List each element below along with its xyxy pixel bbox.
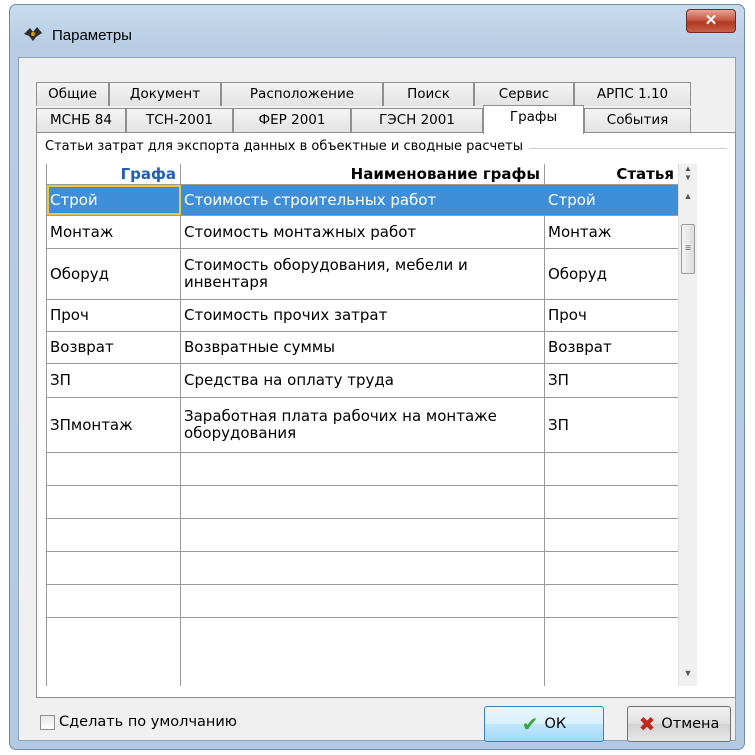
cell-empty[interactable] [181, 453, 545, 485]
columns-grid[interactable]: Графа Наименование графы Статья Строй Ст… [46, 164, 679, 686]
checkmark-icon: ✔ [521, 712, 539, 736]
tab-service[interactable]: Сервис [474, 82, 574, 106]
dialog-body: Общие Документ Расположение Поиск Сервис… [18, 57, 736, 742]
cell-column[interactable]: Проч [47, 300, 181, 331]
tab-tsn2001[interactable]: ТСН-2001 [126, 108, 233, 132]
tab-layout[interactable]: Расположение [221, 82, 383, 106]
cell-empty[interactable] [47, 453, 181, 485]
header-name[interactable]: Наименование графы [181, 164, 545, 184]
table-row[interactable]: Возврат Возвратные суммы Возврат [47, 332, 679, 364]
table-row[interactable]: Монтаж Стоимость монтажных работ Монтаж [47, 216, 679, 249]
cell-empty[interactable] [47, 618, 181, 686]
vertical-scrollbar[interactable]: ▲ ▼ ▲ ≡ ▼ [678, 164, 697, 686]
cell-article[interactable]: ЗП [545, 364, 679, 397]
cell-column[interactable]: ЗП [47, 364, 181, 397]
default-checkbox-label[interactable]: Сделать по умолчанию [59, 714, 237, 730]
close-button[interactable]: ✕ [686, 9, 736, 33]
cell-name[interactable]: Средства на оплату труда [181, 364, 545, 397]
cell-empty[interactable] [47, 486, 181, 518]
cell-article[interactable]: Возврат [545, 332, 679, 363]
header-column[interactable]: Графа [47, 164, 181, 184]
cell-name[interactable]: Заработная плата рабочих на монтаже обор… [181, 398, 545, 452]
scroll-up-icon[interactable]: ▲ [679, 188, 697, 205]
table-row[interactable]: Проч Стоимость прочих затрат Проч [47, 300, 679, 332]
tab-general[interactable]: Общие [36, 82, 109, 106]
cell-empty[interactable] [181, 552, 545, 584]
cell-article[interactable]: ЗП [545, 398, 679, 452]
tab-search[interactable]: Поиск [383, 82, 474, 106]
cross-icon: ✖ [638, 712, 656, 736]
cell-column[interactable]: Оборуд [47, 249, 181, 299]
cell-empty[interactable] [545, 618, 679, 686]
cell-empty[interactable] [181, 486, 545, 518]
cell-article[interactable]: Монтаж [545, 216, 679, 248]
cell-empty[interactable] [47, 585, 181, 617]
table-row[interactable]: Строй Стоимость строительных работ Строй [47, 185, 679, 216]
tab-columns[interactable]: Графы [483, 105, 584, 134]
empty-row[interactable] [47, 585, 679, 618]
cell-empty[interactable] [545, 486, 679, 518]
table-row[interactable]: ЗП Средства на оплату труда ЗП [47, 364, 679, 398]
cell-article[interactable]: Проч [545, 300, 679, 331]
window-title: Параметры [52, 27, 132, 44]
cell-empty[interactable] [47, 519, 181, 551]
cell-article[interactable]: Оборуд [545, 249, 679, 299]
cell-name[interactable]: Стоимость строительных работ [181, 185, 545, 215]
tab-document[interactable]: Документ [109, 82, 221, 106]
scroll-down-icon[interactable]: ▼ [679, 665, 697, 682]
tab-gesn2001[interactable]: ГЭСН 2001 [351, 108, 483, 132]
table-row[interactable]: ЗПмонтаж Заработная плата рабочих на мон… [47, 398, 679, 453]
scroll-top-icon[interactable]: ▲ ▼ [679, 164, 697, 182]
cell-column[interactable]: Строй [47, 185, 181, 215]
empty-row[interactable] [47, 453, 679, 486]
empty-row[interactable] [47, 618, 679, 686]
table-row[interactable]: Оборуд Стоимость оборудования, мебели и … [47, 249, 679, 300]
grid-header: Графа Наименование графы Статья [47, 164, 679, 185]
ok-button[interactable]: ✔ ОК [484, 706, 604, 742]
cell-column[interactable]: Возврат [47, 332, 181, 363]
tab-arps[interactable]: АРПС 1.10 [574, 82, 691, 106]
empty-row[interactable] [47, 519, 679, 552]
cell-column[interactable]: ЗПмонтаж [47, 398, 181, 452]
cell-name[interactable]: Возвратные суммы [181, 332, 545, 363]
dialog-window: Параметры ✕ Общие Документ Расположение … [9, 4, 745, 750]
cell-empty[interactable] [181, 519, 545, 551]
ok-button-label: ОК [544, 716, 567, 732]
default-checkbox[interactable] [40, 715, 55, 730]
tab-events[interactable]: События [584, 108, 691, 132]
empty-row[interactable] [47, 552, 679, 585]
cell-empty[interactable] [545, 552, 679, 584]
cell-empty[interactable] [545, 453, 679, 485]
cell-empty[interactable] [47, 552, 181, 584]
app-icon [24, 27, 42, 41]
header-article[interactable]: Статья [545, 164, 679, 184]
cancel-button[interactable]: ✖ Отмена [627, 706, 731, 742]
cancel-button-label: Отмена [661, 716, 720, 732]
empty-row[interactable] [47, 486, 679, 519]
scrollbar-thumb[interactable]: ≡ [681, 224, 695, 274]
cell-empty[interactable] [545, 585, 679, 617]
tab-fer2001[interactable]: ФЕР 2001 [233, 108, 351, 132]
close-icon: ✕ [704, 12, 718, 29]
cell-name[interactable]: Стоимость прочих затрат [181, 300, 545, 331]
group-title: Статьи затрат для экспорта данных в объе… [45, 139, 529, 154]
cell-empty[interactable] [545, 519, 679, 551]
cell-name[interactable]: Стоимость монтажных работ [181, 216, 545, 248]
cell-name[interactable]: Стоимость оборудования, мебели и инвента… [181, 249, 545, 299]
cell-column[interactable]: Монтаж [47, 216, 181, 248]
tab-msnb84[interactable]: МСНБ 84 [36, 108, 126, 132]
cell-empty[interactable] [181, 618, 545, 686]
cell-empty[interactable] [181, 585, 545, 617]
title-bar[interactable]: Параметры ✕ [10, 5, 744, 57]
cell-article[interactable]: Строй [545, 185, 679, 215]
